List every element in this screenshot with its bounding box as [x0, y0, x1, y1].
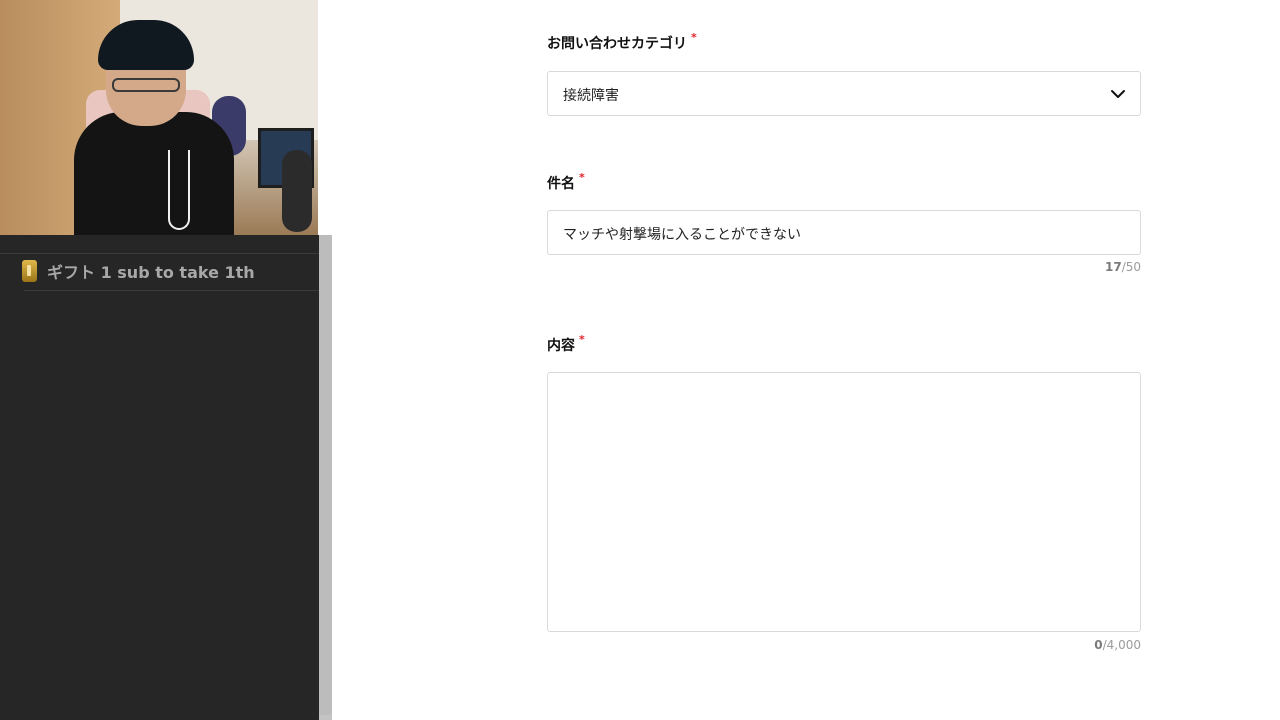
webcam-microphone — [282, 150, 312, 232]
gift-alert: ギフト 1 sub to take 1th — [22, 259, 255, 283]
content-label: 内容 * — [547, 333, 585, 355]
gift-badge-icon — [22, 260, 37, 282]
content-char-counter: 0/4,000 — [1094, 638, 1141, 652]
subject-input[interactable]: マッチや射撃場に入ることができない — [547, 210, 1141, 255]
required-mark: * — [579, 171, 585, 184]
gift-alert-text: ギフト 1 sub to take 1th — [47, 263, 255, 282]
stream-overlay: ギフト 1 sub to take 1th — [0, 0, 332, 720]
subject-char-count: 17 — [1104, 260, 1122, 274]
content-label-text: 内容 — [547, 338, 575, 354]
subject-input-value: マッチや射撃場に入ることができない — [563, 227, 801, 243]
scrollbar-thumb[interactable] — [319, 235, 332, 715]
panel-divider — [0, 253, 319, 254]
scrollbar[interactable] — [319, 235, 332, 720]
subject-char-max: /50 — [1121, 260, 1141, 274]
category-label-text: お問い合わせカテゴリ — [547, 36, 687, 52]
webcam-glasses — [112, 78, 180, 92]
category-selected-value: 接続障害 — [563, 88, 619, 104]
required-mark: * — [579, 333, 585, 346]
content-char-max: /4,000 — [1102, 638, 1141, 652]
content-char-count: 0 — [1094, 638, 1103, 652]
category-label: お問い合わせカテゴリ * — [547, 31, 697, 53]
content-textarea[interactable] — [547, 372, 1141, 632]
subject-label-text: 件名 — [547, 176, 575, 192]
webcam-earphone-cable — [168, 150, 190, 230]
panel-divider — [24, 290, 319, 291]
chevron-down-icon — [1111, 90, 1125, 98]
alert-panel: ギフト 1 sub to take 1th — [0, 235, 319, 720]
category-select[interactable]: 接続障害 — [547, 71, 1141, 116]
webcam-person-body — [74, 112, 234, 235]
required-mark: * — [691, 31, 697, 44]
subject-label: 件名 * — [547, 171, 585, 193]
subject-char-counter: 17/50 — [1105, 260, 1141, 274]
webcam-feed — [0, 0, 318, 235]
